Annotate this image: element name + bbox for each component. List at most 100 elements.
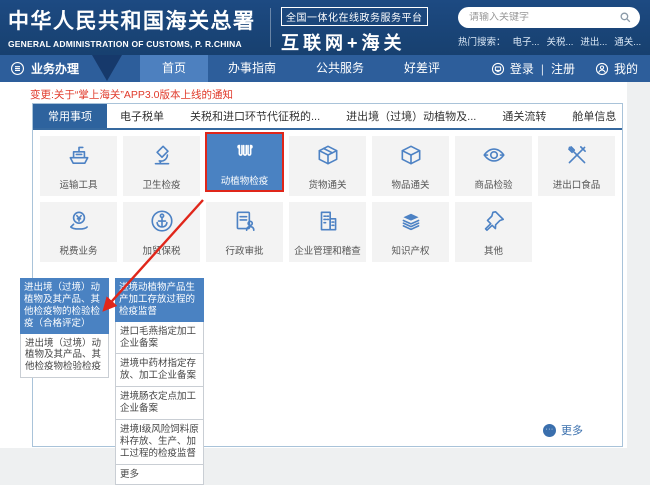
service-tile[interactable]: 物品通关 bbox=[372, 136, 449, 196]
notice-link[interactable]: 变更:关于“掌上海关”APP3.0版本上线的通知 bbox=[30, 87, 233, 102]
service-tile[interactable]: 动植物检疫 bbox=[205, 132, 284, 192]
menu-caret-icon bbox=[92, 55, 122, 81]
service-tile[interactable]: 货物通关 bbox=[289, 136, 366, 196]
package-icon bbox=[315, 142, 341, 173]
service-tile-label: 行政审批 bbox=[225, 243, 263, 257]
more-button[interactable]: ··· 更多 bbox=[543, 422, 583, 438]
dropdown-menu-item[interactable]: 进口毛燕指定加工企业备案 bbox=[115, 322, 204, 355]
service-tile[interactable]: 知识产权 bbox=[372, 202, 449, 262]
header-divider bbox=[270, 8, 271, 47]
hot-search-row: 热门搜索： 电子... 关税... 进出... 通关... bbox=[458, 34, 642, 48]
nav-tab[interactable]: 办事指南 bbox=[208, 55, 296, 82]
dropdown-menu-left: 进出境（过境）动植物及其产品、其他检疫物的检验检疫（合格评定） 进出境（过境）动… bbox=[20, 278, 109, 378]
platform-badge-line1: 全国一体化在线政务服务平台 bbox=[281, 7, 428, 26]
dropdown-menu-item[interactable]: 更多 bbox=[115, 465, 204, 485]
business-menu-label: 业务办理 bbox=[31, 60, 79, 77]
service-tile[interactable]: 行政审批 bbox=[206, 202, 283, 262]
category-tab[interactable]: 常用事项 bbox=[33, 104, 107, 128]
ship-icon bbox=[66, 142, 92, 173]
dropdown-left-header[interactable]: 进出境（过境）动植物及其产品、其他检疫物的检验检疫（合格评定） bbox=[20, 278, 109, 334]
service-tile[interactable]: 商品检验 bbox=[455, 136, 532, 196]
login-link[interactable]: 登录 bbox=[510, 60, 534, 77]
user-icon bbox=[595, 62, 609, 76]
dropdown-right-header[interactable]: 进境动植物产品生产加工存放过程的检疫监督 bbox=[115, 278, 204, 322]
service-tile-label: 企业管理和稽查 bbox=[294, 243, 361, 257]
search-input[interactable] bbox=[469, 12, 619, 23]
category-tab[interactable]: 电子税单 bbox=[107, 104, 177, 128]
service-tile-label: 货物通关 bbox=[308, 177, 346, 191]
profile-link[interactable]: 我的 bbox=[614, 60, 638, 77]
more-ellipsis-icon: ··· bbox=[543, 424, 556, 437]
search-box[interactable] bbox=[458, 7, 640, 28]
service-tile-label: 卫生检疫 bbox=[142, 177, 180, 191]
service-tile-label: 物品通关 bbox=[391, 177, 429, 191]
books-icon bbox=[398, 208, 424, 239]
hot-search-term[interactable]: 通关... bbox=[614, 34, 641, 48]
service-tile[interactable]: 运输工具 bbox=[40, 136, 117, 196]
dropdown-menu-item[interactable]: 进境中药材指定存放、加工企业备案 bbox=[115, 354, 204, 387]
profile-group[interactable]: 我的 bbox=[595, 60, 638, 77]
service-tile[interactable]: 企业管理和稽查 bbox=[289, 202, 366, 262]
service-tile-label: 运输工具 bbox=[59, 177, 97, 191]
nav-tab[interactable]: 好差评 bbox=[384, 55, 460, 82]
building-icon bbox=[315, 208, 341, 239]
service-tile[interactable]: 税费业务 bbox=[40, 202, 117, 262]
service-tile-grid: 运输工具 卫生检疫 动植物检疫 货物通关 物品通关 商品检验 进出口食品税费业务 加贸保税 行政… bbox=[33, 130, 622, 262]
anchor-icon bbox=[149, 208, 175, 239]
login-register-group: 登录 | 注册 bbox=[491, 60, 575, 77]
microscope-icon bbox=[149, 142, 175, 173]
document-stamp-icon bbox=[232, 208, 258, 239]
service-tile[interactable]: 加贸保税 bbox=[123, 202, 200, 262]
dropdown-menu-right: 进境动植物产品生产加工存放过程的检疫监督 进口毛燕指定加工企业备案进境中药材指定… bbox=[115, 278, 204, 485]
site-title-english: GENERAL ADMINISTRATION OF CUSTOMS, P. R.… bbox=[8, 39, 256, 49]
category-tab[interactable]: 进出境（过境）动植物及... bbox=[333, 104, 489, 128]
eye-icon bbox=[481, 142, 507, 173]
search-icon[interactable] bbox=[619, 11, 632, 24]
service-tile-label: 税费业务 bbox=[59, 243, 97, 257]
dropdown-right-items: 进口毛燕指定加工企业备案进境中药材指定存放、加工企业备案进境肠衣定点加工企业备案… bbox=[115, 322, 204, 485]
login-register-separator: | bbox=[541, 62, 544, 76]
hot-search-term[interactable]: 关税... bbox=[546, 34, 573, 48]
site-title-block: 中华人民共和国海关总署 GENERAL ADMINISTRATION OF CU… bbox=[8, 5, 256, 49]
platform-badge-line2: 互联网+海关 bbox=[281, 29, 428, 55]
more-label: 更多 bbox=[561, 422, 583, 438]
hot-search-term[interactable]: 电子... bbox=[513, 34, 540, 48]
main-navbar: 业务办理 首页办事指南公共服务好差评 登录 | 注册 我的 bbox=[0, 55, 650, 82]
service-tile[interactable]: 其他 bbox=[455, 202, 532, 262]
menu-icon bbox=[10, 61, 25, 76]
service-tile-label: 动植物检疫 bbox=[221, 173, 269, 187]
utensils-icon bbox=[564, 142, 590, 173]
service-tile[interactable]: 进出口食品 bbox=[538, 136, 615, 196]
register-link[interactable]: 注册 bbox=[551, 60, 575, 77]
service-tile[interactable]: 卫生检疫 bbox=[123, 136, 200, 196]
service-tile-label: 加贸保税 bbox=[142, 243, 180, 257]
service-tile-label: 进出口食品 bbox=[553, 177, 601, 191]
dropdown-menu-item[interactable]: 进出境（过境）动植物及其产品、其他检疫物检验检疫 bbox=[20, 334, 109, 379]
category-tab[interactable]: 通关流转 bbox=[489, 104, 559, 128]
business-menu-button[interactable]: 业务办理 bbox=[10, 55, 79, 82]
header-search-area: 热门搜索： 电子... 关税... 进出... 通关... bbox=[458, 7, 642, 48]
dropdown-menu-item[interactable]: 进境Ⅰ级风险饲料原料存放、生产、加工过程的检疫监督 bbox=[115, 420, 204, 465]
site-title-chinese: 中华人民共和国海关总署 bbox=[8, 5, 256, 35]
dropdown-menu-item[interactable]: 进境肠衣定点加工企业备案 bbox=[115, 387, 204, 420]
category-tab-bar: 常用事项电子税单关税和进口环节代征税的...进出境（过境）动植物及...通关流转… bbox=[33, 104, 622, 130]
login-icon bbox=[491, 62, 505, 76]
test-tubes-icon bbox=[232, 138, 258, 169]
service-tile-label: 其他 bbox=[484, 243, 503, 257]
nav-user-area: 登录 | 注册 我的 bbox=[491, 55, 638, 82]
service-tile-label: 商品检验 bbox=[474, 177, 512, 191]
platform-badge: 全国一体化在线政务服务平台 互联网+海关 bbox=[281, 7, 428, 55]
hot-search-term[interactable]: 进出... bbox=[580, 34, 607, 48]
nav-tab[interactable]: 公共服务 bbox=[296, 55, 384, 82]
coin-hand-icon bbox=[66, 208, 92, 239]
nav-tabs: 首页办事指南公共服务好差评 bbox=[140, 55, 460, 82]
dropdown-left-items: 进出境（过境）动植物及其产品、其他检疫物检验检疫 bbox=[20, 334, 109, 379]
category-tab[interactable]: 舱单信息 bbox=[559, 104, 629, 128]
nav-tab[interactable]: 首页 bbox=[140, 55, 208, 82]
hot-search-label: 热门搜索： bbox=[458, 34, 506, 48]
service-tile-label: 知识产权 bbox=[391, 243, 429, 257]
category-tab[interactable]: 关税和进口环节代征税的... bbox=[177, 104, 333, 128]
hot-search-terms: 电子... 关税... 进出... 通关... bbox=[513, 34, 642, 48]
main-content: 变更:关于“掌上海关”APP3.0版本上线的通知 常用事项电子税单关税和进口环节… bbox=[0, 82, 627, 448]
pushpin-icon bbox=[481, 208, 507, 239]
